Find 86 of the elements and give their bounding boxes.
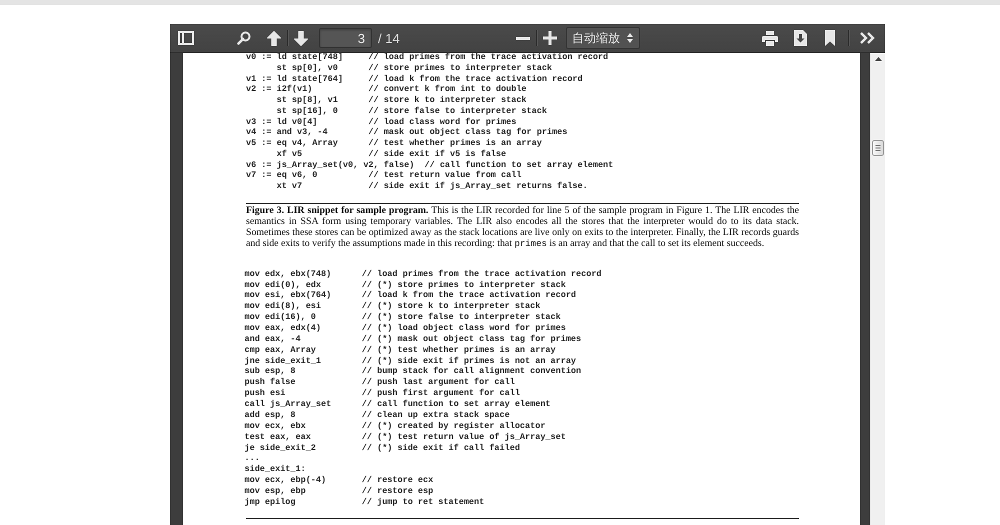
code-text: mov edi(0), edx <box>244 280 322 290</box>
minus-icon <box>516 36 530 40</box>
up-arrow-icon <box>267 30 281 46</box>
code-text: xt v7 <box>276 181 302 191</box>
code-text: mov eax, edx(4) <box>244 323 322 334</box>
code-comment: // bump stack for call alignment convention <box>362 366 582 376</box>
code-text: test eax, eax <box>244 432 311 442</box>
code-text: mov ecx, ebp(-4) <box>244 475 326 486</box>
code-comment: // (*) test whether primes is an array <box>362 344 556 355</box>
code-text: mov ecx, ebx <box>244 420 306 431</box>
code-text: st sp[8], v1 <box>276 95 338 105</box>
code-comment: // load k from the trace activation record <box>368 74 583 84</box>
code-text: je side_exit_2 <box>244 442 316 452</box>
code-comment: // call function to set array element <box>424 160 614 170</box>
code-comment: // store primes to interpreter stack <box>368 62 552 73</box>
code-comment: // load primes from the trace activation record <box>362 268 602 279</box>
code-text: sub esp, 8 <box>244 366 296 376</box>
code-comment: // store k to interpreter stack <box>368 95 527 105</box>
code-comment: // (*) load object class word for primes <box>362 323 566 334</box>
code-text: v6 := js_Array_set(v0, v2, false) <box>246 160 414 170</box>
code-text: side_exit_1: <box>244 464 306 474</box>
code-text: v4 := and v3, -4 <box>246 127 328 138</box>
code-text: mov edi(8), esi <box>244 301 322 312</box>
code-comment: // call function to set array element <box>362 399 551 410</box>
code-text: v1 := ld state[764] <box>246 74 343 84</box>
code-text: push false <box>244 377 296 388</box>
code-text: add esp, 8 <box>244 410 296 420</box>
code-comment: // (*) created by register allocator <box>362 420 546 431</box>
code-comment: // (*) store k to interpreter stack <box>362 301 540 312</box>
code-text: mov edx, ebx(748) <box>244 268 332 279</box>
code-text: st sp[16], 0 <box>276 106 338 116</box>
code-text: push esi <box>244 388 286 398</box>
code-text: v5 := eq v4, Array <box>246 138 338 148</box>
code-text: ... <box>244 453 260 464</box>
code-comment: // clean up extra stack space <box>362 410 510 420</box>
code-text: st sp[0], v0 <box>276 62 338 73</box>
bookmark-icon <box>825 30 835 46</box>
printer-icon <box>762 30 778 46</box>
code-text: and eax, -4 <box>244 334 301 344</box>
zoom-select[interactable]: 自动缩放 <box>566 27 640 49</box>
download-document-icon <box>794 30 806 46</box>
code-comment: // push last argument for call <box>362 377 515 388</box>
page-count: / 14 <box>378 30 400 46</box>
code-comment: // push first argument for call <box>362 388 520 398</box>
code-comment: // restore esp <box>362 486 434 496</box>
code-comment: // load k from the trace activation record <box>362 290 576 300</box>
page-number-field[interactable]: 3 <box>319 28 372 48</box>
down-arrow-icon <box>294 30 308 46</box>
code-text: jne side_exit_1 <box>244 356 322 366</box>
code-comment: // (*) store false to interpreter stack <box>362 312 561 322</box>
code-comment: // (*) mask out object class tag for primes <box>362 334 582 344</box>
code-comment: // test return value from call <box>368 170 522 180</box>
search-icon <box>237 31 251 45</box>
sidebar-icon <box>178 31 194 45</box>
code-text: v7 := eq v6, 0 <box>246 170 318 180</box>
code-comment: // convert k from int to double <box>368 84 527 94</box>
code-comment: // side exit if v5 is false <box>368 148 506 159</box>
code-comment: // test whether primes is an array <box>368 138 542 148</box>
code-comment: // (*) side exit if call failed <box>362 442 520 452</box>
code-text: v0 := ld state[748] <box>246 52 343 62</box>
code-text: mov esi, ebx(764) <box>244 290 332 300</box>
code-text: mov esp, ebp <box>244 486 306 496</box>
scroll-up-arrow-icon[interactable] <box>874 57 882 61</box>
up-down-caret-icon <box>627 33 633 43</box>
code-comment: // mask out object class tag for primes <box>368 127 568 138</box>
code-comment: // load class word for primes <box>368 116 516 126</box>
code-comment: // load primes from the trace activation record <box>368 52 608 62</box>
code-text: jmp epilog <box>244 496 296 507</box>
code-comment: // (*) test return value of js_Array_set <box>362 432 566 442</box>
code-text: v3 := ld v0[4] <box>246 116 318 126</box>
scrollbar-track[interactable] <box>870 52 885 525</box>
code-comment: // (*) store primes to interpreter stack <box>362 280 566 290</box>
code-comment: // restore ecx <box>362 475 434 486</box>
double-chevron-icon <box>860 32 874 44</box>
code-comment: // jump to ret statement <box>362 496 484 507</box>
plus-icon <box>543 31 557 45</box>
code-comment: // side exit if js_Array_set returns false. <box>368 181 588 191</box>
code-text: call js_Array_set <box>244 399 332 410</box>
code-text: cmp eax, Array <box>244 344 316 355</box>
code-comment: // (*) side exit if primes is not an array <box>362 356 576 366</box>
code-text: mov edi(16), 0 <box>244 312 316 322</box>
code-text: xf v5 <box>276 148 302 159</box>
figure-caption: Figure 3. LIR snippet for sample program. This is the LIR recorded for line 5 of the sample program in Figure 1. The LIR encodes the semantics in SSA form using temporary variables. The LIR also encodes all the stores that the interpreter would do to its data stack. Sometimes these stores can be optimized away as the stack locations are live only on exits to the interpreter. Finally, the LIR records guards and side exits to verify the assumptions made in this recording: that primes is an array and that the call to set its element succeeds. <box>246 205 799 250</box>
code-text: v2 := i2f(v1) <box>246 84 312 94</box>
scrollbar-thumb[interactable] <box>872 140 884 156</box>
code-comment: // store false to interpreter stack <box>368 106 547 116</box>
